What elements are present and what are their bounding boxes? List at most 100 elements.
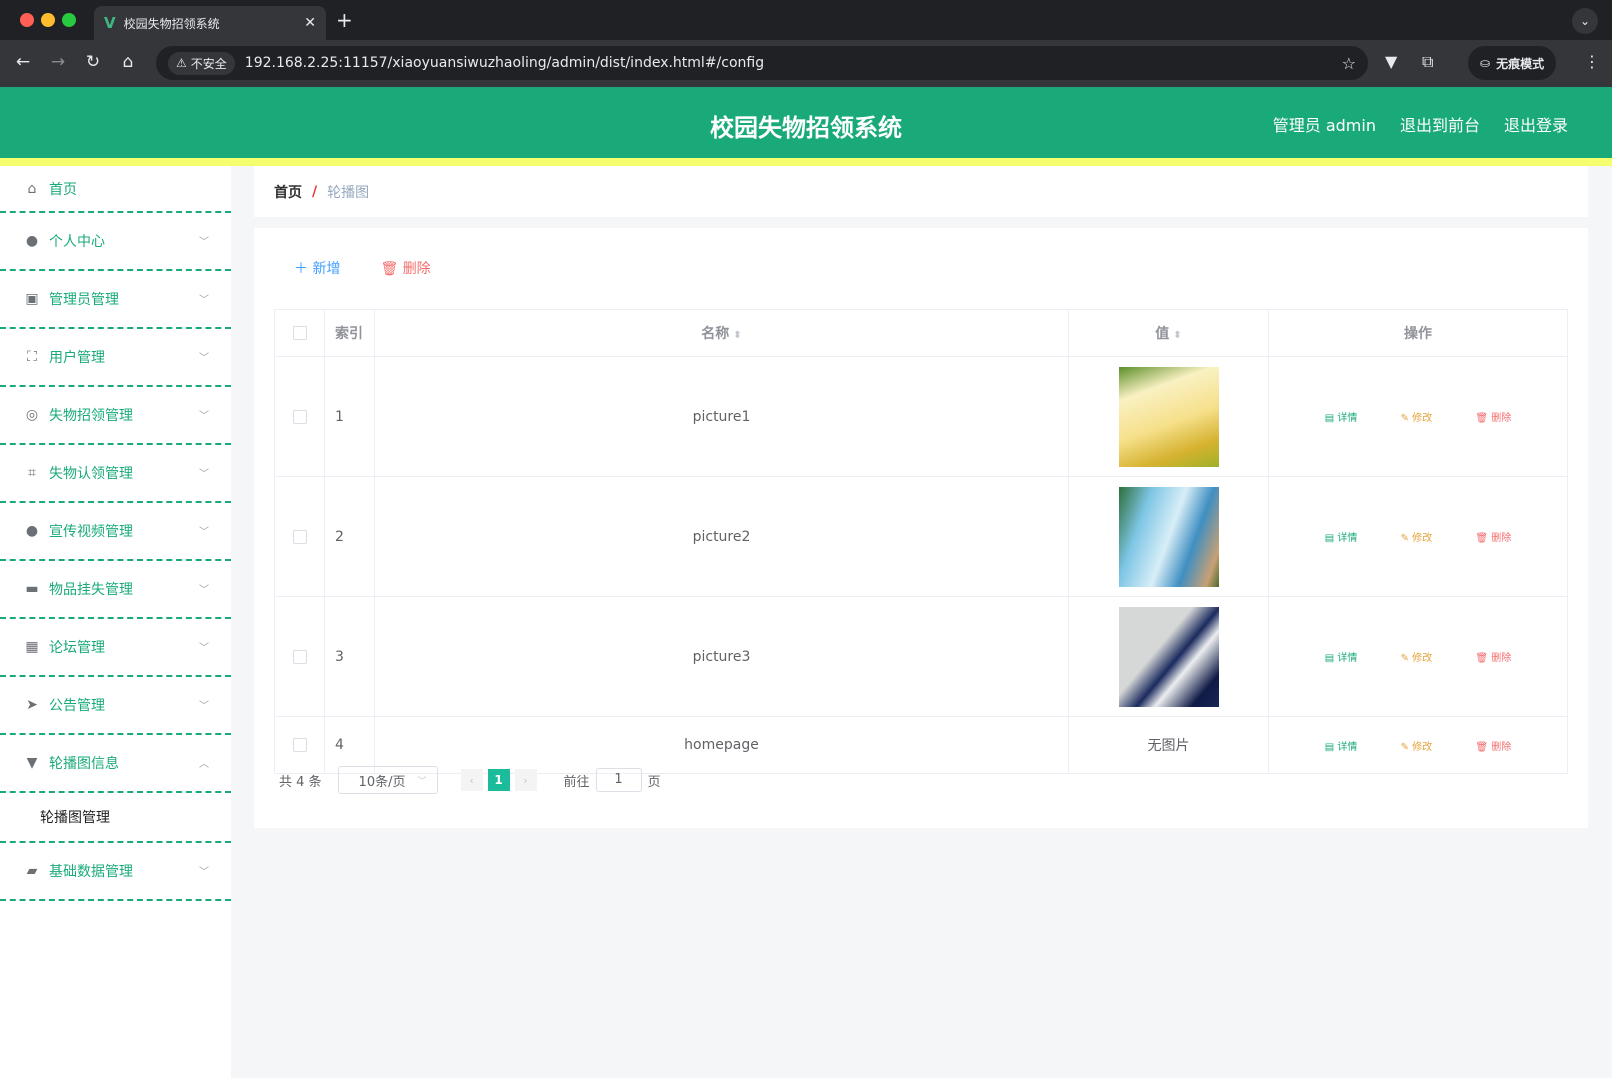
reload-icon[interactable]: ↻ [82, 52, 104, 72]
detail-button[interactable]: ▤ 详情 [1325, 409, 1358, 424]
sort-icon[interactable]: ⬍ [1173, 330, 1181, 341]
edit-button[interactable]: ✎ 修改 [1401, 409, 1433, 424]
carousel-thumbnail[interactable] [1118, 366, 1219, 467]
next-page-button[interactable]: › [514, 769, 537, 791]
warning-icon: ⚠ [176, 56, 187, 70]
carousel-thumbnail[interactable] [1118, 486, 1219, 587]
sidebar-item-lost-found[interactable]: ◎ 失物招领管理 ﹀ [0, 387, 231, 445]
chevron-down-icon: ﹀ [199, 469, 209, 480]
grid-icon: ▦ [25, 639, 39, 655]
browser-tab[interactable]: V 校园失物招领系统 ✕ [94, 6, 326, 40]
sidebar-item-carousel[interactable]: ▼ 轮播图信息 ︿ [0, 735, 231, 793]
address-bar[interactable]: ⚠ 不安全 192.168.2.25:11157/xiaoyuansiwuzha… [156, 46, 1368, 80]
row-ops: ▤ 详情 ✎ 修改 🗑 删除 [1268, 596, 1568, 717]
row-checkbox[interactable] [292, 409, 307, 424]
security-label: 不安全 [190, 56, 227, 71]
trash-icon: 🗑 [1475, 741, 1492, 753]
sidebar-item-label: 公告管理 [49, 698, 105, 714]
main-card: ＋ 新增 🗑 删除 索引 名称 ⬍ 值 ⬍ 操作 1 picture1 ▤ 详情 ✎… [254, 228, 1588, 828]
row-checkbox[interactable] [292, 529, 307, 544]
logout-link[interactable]: 退出登录 [1504, 112, 1568, 136]
page-size-select[interactable]: 10条/页 ﹀ [337, 766, 438, 794]
row-check-cell [274, 596, 325, 717]
extensions-icon[interactable]: ⧉ [1422, 52, 1433, 72]
browser-toolbar: ← → ↻ ⌂ ⚠ 不安全 192.168.2.25:11157/xiaoyua… [0, 40, 1612, 87]
edit-label: 修改 [1412, 741, 1433, 753]
send-icon: ➤ [26, 697, 38, 713]
select-all-checkbox[interactable] [292, 326, 307, 340]
sort-icon[interactable]: ⬍ [733, 330, 741, 341]
chevron-down-icon: ﹀ [199, 353, 209, 364]
compass-icon: ◎ [25, 407, 39, 423]
edit-button[interactable]: ✎ 修改 [1401, 738, 1433, 753]
sidebar-item-label: 论坛管理 [49, 640, 105, 656]
carousel-thumbnail[interactable] [1118, 606, 1219, 707]
breadcrumb-home[interactable]: 首页 [274, 182, 302, 202]
detail-label: 详情 [1337, 653, 1358, 664]
exit-to-front-link[interactable]: 退出到前台 [1400, 112, 1480, 136]
row-checkbox[interactable] [292, 649, 307, 664]
header-value[interactable]: 值 ⬍ [1068, 309, 1269, 357]
sidebar-item-forum[interactable]: ▦ 论坛管理 ﹀ [0, 619, 231, 677]
edit-icon: ✎ [1400, 653, 1413, 664]
add-button[interactable]: ＋ 新增 [294, 258, 340, 278]
row-delete-button[interactable]: 🗑 删除 [1475, 649, 1511, 664]
bookmark-star-icon[interactable]: ☆ [1342, 54, 1356, 73]
browser-menu-icon[interactable]: ⋮ [1584, 52, 1600, 71]
new-tab-button[interactable]: + [336, 8, 353, 32]
clipboard-icon: ▣ [25, 291, 39, 307]
row-checkbox[interactable] [292, 738, 307, 752]
pagination-total: 共 4 条 [279, 774, 322, 790]
sidebar-subitem-carousel-manage[interactable]: 轮播图管理 [0, 793, 231, 843]
briefcase-icon: ▬ [25, 581, 39, 597]
forward-arrow-icon[interactable]: → [47, 52, 69, 72]
edit-button[interactable]: ✎ 修改 [1401, 649, 1433, 664]
window-close-button[interactable] [20, 13, 34, 27]
delete-button-label: 删除 [402, 261, 431, 277]
page-number-current[interactable]: 1 [487, 769, 510, 791]
incognito-indicator[interactable]: ⛀ 无痕模式 [1468, 46, 1557, 80]
detail-button[interactable]: ▤ 详情 [1325, 738, 1358, 753]
sidebar-item-users[interactable]: ⛶ 用户管理 ﹀ [0, 329, 231, 387]
row-delete-button[interactable]: 🗑 删除 [1475, 409, 1511, 424]
table-header-row: 索引 名称 ⬍ 值 ⬍ 操作 [274, 309, 1568, 357]
security-badge[interactable]: ⚠ 不安全 [168, 51, 235, 75]
chevron-up-icon: ︿ [199, 759, 209, 770]
header-ops-label: 操作 [1404, 326, 1432, 342]
delete-button[interactable]: 🗑 删除 [380, 258, 430, 278]
header-name[interactable]: 名称 ⬍ [374, 309, 1069, 357]
delete-label: 删除 [1491, 741, 1512, 753]
table-row: 4 homepage 无图片 ▤ 详情 ✎ 修改 🗑 删除 [274, 716, 1568, 774]
row-delete-button[interactable]: 🗑 删除 [1475, 529, 1511, 544]
tab-close-icon[interactable]: ✕ [304, 15, 316, 31]
detail-button[interactable]: ▤ 详情 [1325, 529, 1358, 544]
tab-search-button[interactable]: ⌄ [1572, 8, 1598, 34]
sidebar-item-label: 失物认领管理 [49, 466, 133, 482]
row-ops: ▤ 详情 ✎ 修改 🗑 删除 [1268, 716, 1568, 774]
sidebar-item-notices[interactable]: ➤ 公告管理 ﹀ [0, 677, 231, 735]
row-delete-button[interactable]: 🗑 删除 [1475, 738, 1511, 753]
vue-devtools-icon[interactable]: ▼ [1385, 52, 1397, 71]
sidebar-item-admins[interactable]: ▣ 管理员管理 ﹀ [0, 271, 231, 329]
prev-page-button[interactable]: ‹ [460, 769, 483, 791]
tab-title: 校园失物招领系统 [123, 16, 220, 31]
vue-logo-icon: V [104, 14, 116, 32]
header-accent-bar [0, 158, 1612, 166]
back-arrow-icon[interactable]: ← [12, 52, 34, 72]
table-row: 2 picture2 ▤ 详情 ✎ 修改 🗑 删除 [274, 476, 1568, 597]
sidebar-item-loss-reports[interactable]: ▬ 物品挂失管理 ﹀ [0, 561, 231, 619]
goto-page-input[interactable]: 1 [595, 768, 642, 792]
sidebar-item-claims[interactable]: ⌗ 失物认领管理 ﹀ [0, 445, 231, 503]
window-maximize-button[interactable] [62, 13, 76, 27]
home-icon[interactable]: ⌂ [117, 52, 139, 72]
detail-button[interactable]: ▤ 详情 [1325, 649, 1358, 664]
sidebar-item-home[interactable]: ⌂ 首页 [0, 166, 231, 213]
row-name: homepage [374, 716, 1069, 774]
select-all-cell [274, 309, 325, 357]
sidebar-item-base-data[interactable]: ▰ 基础数据管理 ﹀ [0, 843, 231, 901]
window-minimize-button[interactable] [41, 13, 55, 27]
sidebar-item-videos[interactable]: ● 宣传视频管理 ﹀ [0, 503, 231, 561]
url-text[interactable]: 192.168.2.25:11157/xiaoyuansiwuzhaoling/… [245, 55, 1342, 71]
edit-button[interactable]: ✎ 修改 [1401, 529, 1433, 544]
sidebar-item-profile[interactable]: ● 个人中心 ﹀ [0, 213, 231, 271]
